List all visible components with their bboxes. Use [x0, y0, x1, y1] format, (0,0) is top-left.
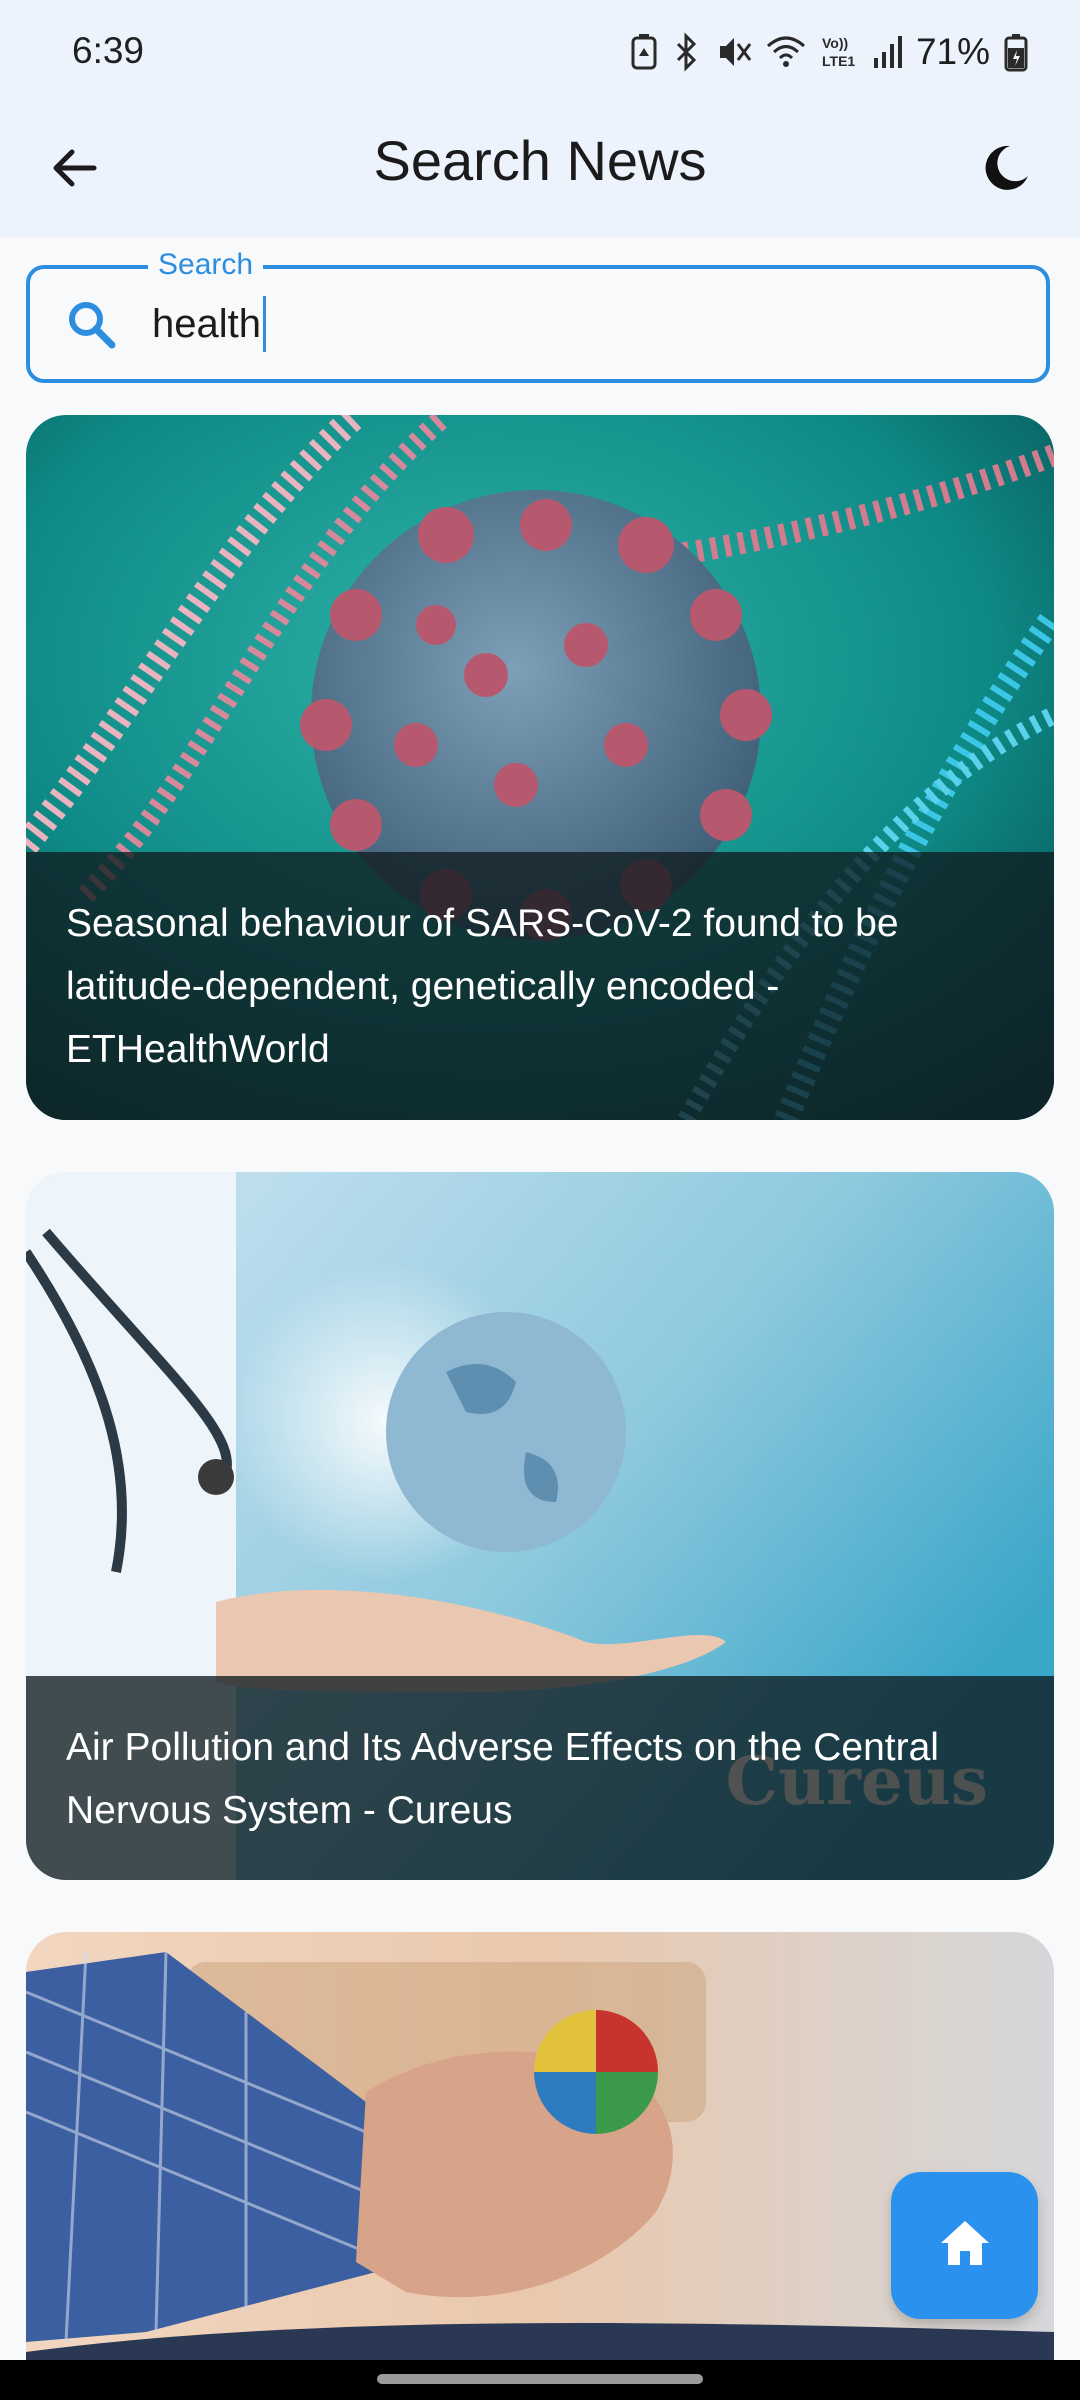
- search-input-value: health: [152, 302, 261, 346]
- news-card[interactable]: [26, 1932, 1054, 2400]
- text-caret: [262, 296, 266, 352]
- svg-text:Vo)): Vo)): [822, 35, 848, 51]
- status-icons: Vo)) LTE1 71%: [630, 28, 1028, 76]
- search-label: Search: [148, 247, 264, 283]
- status-time: 6:39: [72, 30, 145, 71]
- gesture-handle[interactable]: [377, 2374, 703, 2384]
- header-area: 6:39 Vo)) LTE1 71% Search News: [0, 0, 1080, 237]
- news-card-caption: Seasonal behaviour of SARS-CoV-2 found t…: [26, 852, 1054, 1120]
- page-title: Search News: [373, 129, 707, 192]
- home-button[interactable]: [891, 2172, 1038, 2319]
- mute-icon: [716, 32, 752, 72]
- nfc-icon: [630, 32, 658, 72]
- svg-text:LTE1: LTE1: [822, 53, 855, 69]
- news-card[interactable]: Cureus Air Pollution and Its Adverse Eff…: [26, 1172, 1054, 1880]
- signal-icon: [872, 32, 902, 72]
- search-input[interactable]: health: [152, 291, 266, 357]
- news-title: Seasonal behaviour of SARS-CoV-2 found t…: [66, 902, 899, 1071]
- moon-icon: [980, 142, 1032, 199]
- news-card[interactable]: Seasonal behaviour of SARS-CoV-2 found t…: [26, 415, 1054, 1120]
- news-image-hand-ball: [26, 1932, 1054, 2400]
- news-card-caption: Cureus Air Pollution and Its Adverse Eff…: [26, 1676, 1054, 1880]
- battery-icon: [1004, 32, 1028, 72]
- news-title: Air Pollution and Its Adverse Effects on…: [66, 1726, 939, 1832]
- search-field[interactable]: Search health: [26, 247, 1050, 383]
- wifi-icon: [766, 32, 806, 72]
- battery-percent: 71%: [915, 31, 990, 72]
- app-bar: Search News: [0, 104, 1080, 237]
- system-navigation-bar: [0, 2360, 1080, 2400]
- volte-icon: Vo)) LTE1: [820, 32, 858, 72]
- status-bar: 6:39 Vo)) LTE1 71%: [0, 0, 1080, 104]
- home-icon: [937, 2215, 993, 2276]
- search-icon: [64, 297, 120, 353]
- theme-toggle-button[interactable]: [968, 132, 1044, 208]
- bluetooth-icon: [672, 32, 702, 72]
